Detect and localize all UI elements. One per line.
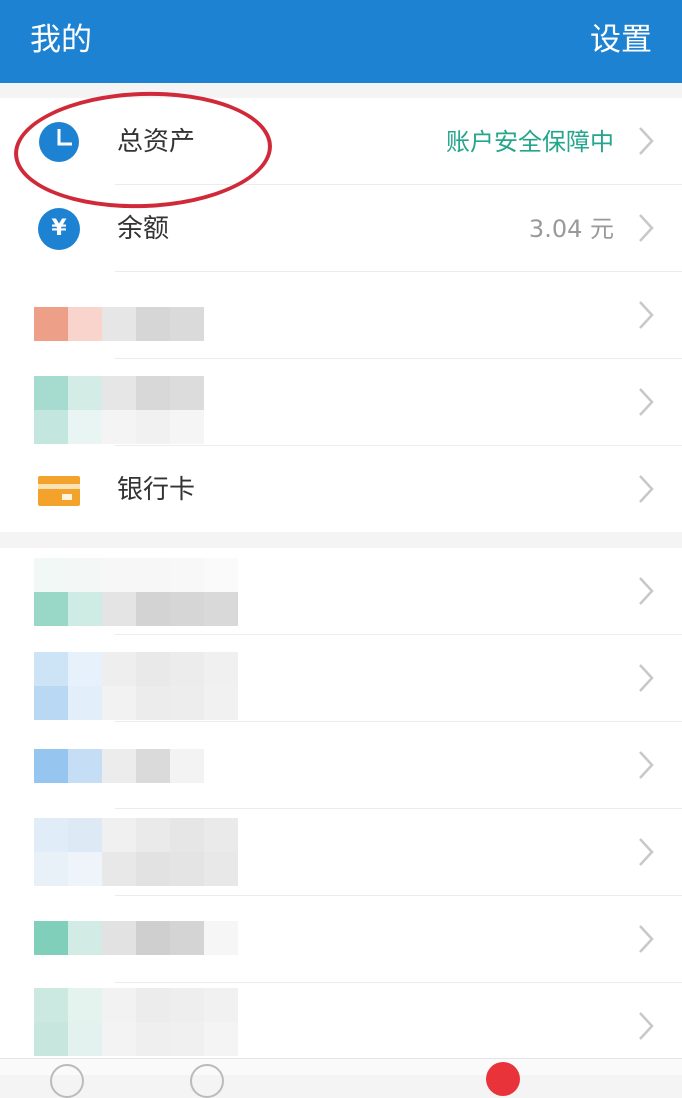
pixelated-content (34, 749, 204, 783)
page-title: 我的 (30, 22, 92, 58)
pixelated-content (34, 376, 204, 444)
pixelated-content (34, 988, 238, 1056)
header-bar: 我的 设置 (0, 0, 682, 83)
bank-card-icon (38, 476, 80, 506)
balance-label: 余额 (117, 214, 170, 244)
chevron-right-icon (639, 301, 654, 329)
chevron-right-icon (639, 751, 654, 779)
settings-button[interactable]: 设置 (590, 18, 652, 62)
total-assets-row[interactable]: 总资产 账户安全保障中 (0, 98, 682, 185)
tab-icon[interactable] (50, 1064, 84, 1098)
chevron-right-icon (639, 664, 654, 692)
blurred-row[interactable] (0, 809, 682, 896)
security-status: 账户安全保障中 (446, 128, 614, 156)
yen-icon: ¥ (38, 208, 80, 250)
chevron-right-icon (639, 475, 654, 503)
chevron-right-icon (639, 388, 654, 416)
blurred-row[interactable] (0, 635, 682, 722)
pie-chart-icon (39, 122, 79, 162)
services-group (0, 548, 682, 1058)
bottom-tab-bar (0, 1058, 682, 1075)
total-assets-label: 总资产 (117, 127, 196, 157)
notification-badge (486, 1062, 520, 1096)
blurred-row[interactable] (0, 548, 682, 635)
chevron-right-icon (639, 1012, 654, 1040)
pixelated-content (34, 307, 204, 341)
blurred-row[interactable] (0, 896, 682, 983)
balance-row[interactable]: ¥ 余额 3.04 元 (0, 185, 682, 272)
pixelated-content (34, 652, 238, 720)
pixelated-content (34, 818, 238, 886)
blurred-row[interactable] (0, 359, 682, 446)
chevron-right-icon (639, 127, 654, 155)
bank-card-row[interactable]: 银行卡 (0, 446, 682, 533)
tab-icon[interactable] (190, 1064, 224, 1098)
pixelated-content (34, 558, 238, 626)
chevron-right-icon (639, 925, 654, 953)
chevron-right-icon (639, 214, 654, 242)
chevron-right-icon (639, 577, 654, 605)
blurred-row[interactable] (0, 722, 682, 809)
chevron-right-icon (639, 838, 654, 866)
pixelated-content (34, 921, 238, 955)
account-group: 总资产 账户安全保障中 ¥ 余额 3.04 元 银行卡 (0, 98, 682, 532)
bank-card-label: 银行卡 (117, 475, 196, 505)
balance-value: 3.04 元 (528, 215, 614, 243)
blurred-row[interactable] (0, 983, 682, 1070)
blurred-row[interactable] (0, 272, 682, 359)
